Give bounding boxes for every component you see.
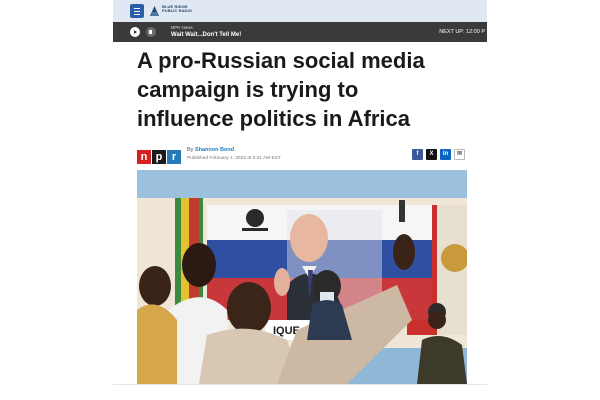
site-header: BLUE RIDGE PUBLIC RADIO	[113, 0, 487, 22]
linkedin-icon[interactable]: in	[440, 149, 451, 160]
player-next-up[interactable]: NEXT UP: 12:00 P	[439, 29, 485, 35]
facebook-icon[interactable]: f	[412, 149, 423, 160]
station-logo[interactable]: BLUE RIDGE PUBLIC RADIO	[149, 3, 199, 19]
x-icon[interactable]: X	[426, 149, 437, 160]
article-headline: A pro-Russian social media campaign is t…	[137, 48, 425, 131]
volume-icon[interactable]	[146, 27, 156, 37]
byline: By Shannon Bond	[187, 147, 234, 153]
page-frame: BLUE RIDGE PUBLIC RADIO BPR News Wait Wa…	[113, 0, 487, 400]
player-station: BPR News	[171, 25, 193, 30]
player-show-title[interactable]: Wait Wait...Don't Tell Me!	[171, 32, 241, 38]
station-logo-text: BLUE RIDGE PUBLIC RADIO	[162, 4, 193, 14]
npr-logo-r: r	[167, 150, 181, 164]
article-photo: IQUE SERA L	[137, 170, 467, 384]
article-photo-image: IQUE SERA L	[137, 170, 467, 384]
npr-logo-p: p	[152, 150, 166, 164]
npr-logo-n: n	[137, 150, 151, 164]
hamburger-menu-icon[interactable]	[130, 4, 144, 18]
station-logo-mark-icon	[150, 6, 159, 16]
byline-prefix: By	[187, 147, 194, 153]
audio-player-bar: BPR News Wait Wait...Don't Tell Me! NEXT…	[113, 22, 487, 42]
published-date: Published February 1, 2023 at 5:01 AM ES…	[187, 156, 281, 161]
email-icon[interactable]: ✉	[454, 149, 465, 160]
play-icon[interactable]	[130, 27, 140, 37]
author-link[interactable]: Shannon Bond	[195, 147, 234, 153]
section-divider	[113, 384, 487, 385]
npr-logo[interactable]: npr	[137, 147, 182, 164]
